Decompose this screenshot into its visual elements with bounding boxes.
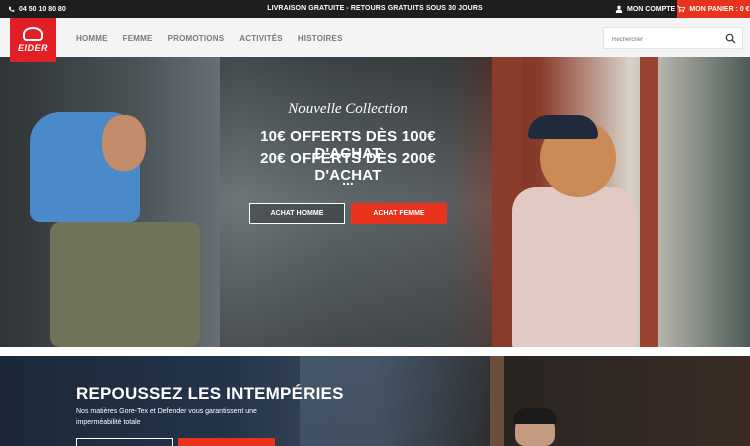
cart-button[interactable]: MON PANIER : 0 € <box>677 0 750 18</box>
weather-banner-text: Nos matières Gore-Tex et Defender vous g… <box>76 408 257 426</box>
main-nav: HOMME FEMME PROMOTIONS ACTIVITÉS HISTOIR… <box>76 18 343 58</box>
nav-item-activites[interactable]: ACTIVITÉS <box>239 34 283 43</box>
shop-men-button[interactable]: ACHAT HOMME <box>249 203 345 224</box>
hero-pillar <box>640 57 658 347</box>
user-icon <box>615 5 623 13</box>
account-link[interactable]: MON COMPTE <box>615 0 677 18</box>
cart-label: MON PANIER : 0 € <box>689 5 750 13</box>
nav-item-histoires[interactable]: HISTOIRES <box>298 34 343 43</box>
nav-item-homme[interactable]: HOMME <box>76 34 108 43</box>
hero-man-figure <box>50 222 200 347</box>
top-bar: 04 50 10 80 80 LIVRAISON GRATUITE - RETO… <box>0 0 750 18</box>
hero-kicker: Nouvelle Collection <box>288 101 408 117</box>
weather-banner-button-secondary[interactable] <box>76 438 173 446</box>
hero-man-figure <box>102 115 146 171</box>
logo-wordmark: EIDER <box>17 43 48 53</box>
banner-rock-texture <box>490 356 504 446</box>
nav-item-promotions[interactable]: PROMOTIONS <box>168 34 225 43</box>
weather-banner-title: REPOUSSEZ LES INTEMPÉRIES <box>76 384 344 403</box>
search-input[interactable] <box>604 30 714 50</box>
hero-woman-figure <box>528 115 598 139</box>
weather-banner-button-primary[interactable] <box>178 438 275 446</box>
account-label: MON COMPTE <box>627 5 676 13</box>
nav-item-femme[interactable]: FEMME <box>123 34 153 43</box>
cart-icon <box>677 5 686 13</box>
search-icon[interactable] <box>725 33 736 44</box>
hero-ellipsis: ... <box>342 172 354 188</box>
banner-climber-figure <box>513 408 557 424</box>
logo-mark <box>23 27 43 41</box>
search-box <box>603 27 743 50</box>
brand-logo[interactable]: EIDER <box>10 18 56 62</box>
hero-woman-figure <box>512 187 636 347</box>
shop-women-button[interactable]: ACHAT FEMME <box>351 203 447 224</box>
